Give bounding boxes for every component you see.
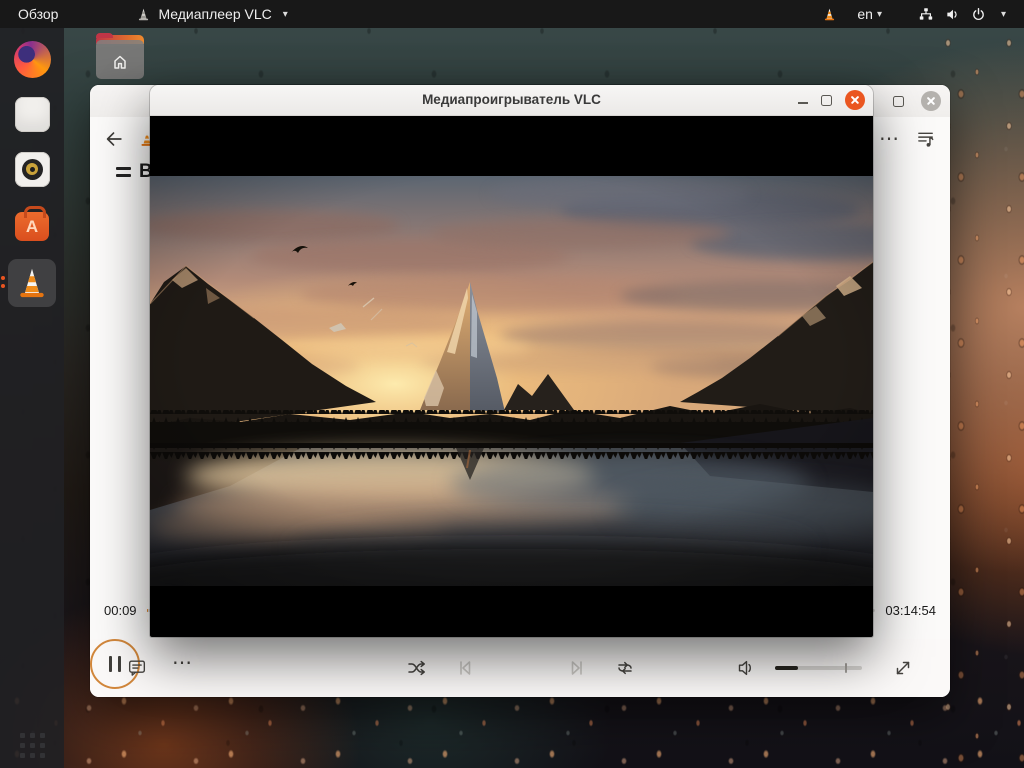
elapsed-time: 00:09 <box>104 603 137 618</box>
vlc-cone-icon <box>14 265 50 301</box>
top-bar: Обзор Медиаплеер VLC ▾ <box>0 0 1024 28</box>
subtitles-icon <box>126 657 148 679</box>
shuffle-button[interactable] <box>405 656 429 680</box>
folder-body <box>96 40 144 79</box>
library-maximize-button[interactable] <box>893 96 904 107</box>
vlc-cone-icon <box>136 7 151 22</box>
player-titlebar[interactable]: Медиапроигрыватель VLC <box>150 85 873 116</box>
video-frame-mountain-lake <box>150 176 873 586</box>
home-folder-icon[interactable] <box>96 33 144 79</box>
wired-network-icon <box>918 7 934 22</box>
playlist-icon[interactable] <box>916 129 937 150</box>
raindrops-bottom <box>0 688 1024 768</box>
player-close-button[interactable] <box>845 90 865 110</box>
fullscreen-icon <box>891 656 915 680</box>
keyboard-layout-label: en <box>857 6 873 22</box>
keyboard-layout-button[interactable]: en ▾ <box>847 0 892 28</box>
library-more-button[interactable]: ⋯ <box>879 129 900 149</box>
repeat-icon <box>613 656 637 680</box>
video-area[interactable] <box>150 116 873 637</box>
player-controls-bar: ⋯ <box>90 639 950 697</box>
total-time: 03:14:54 <box>885 603 936 618</box>
controls-more-glyph: ⋯ <box>172 653 193 673</box>
next-icon <box>565 656 589 680</box>
dock-item-vlc[interactable] <box>8 259 56 307</box>
dock-item-ubuntu-software[interactable]: A <box>8 204 56 244</box>
previous-icon <box>453 656 477 680</box>
dock: A <box>0 28 64 768</box>
app-menu-label: Медиаплеер VLC <box>158 6 271 22</box>
chevron-down-icon: ▾ <box>1001 9 1006 20</box>
activities-label: Обзор <box>18 6 58 22</box>
activities-button[interactable]: Обзор <box>0 0 76 28</box>
controls-more-button[interactable]: ⋯ <box>172 653 193 673</box>
dock-item-firefox[interactable] <box>8 39 56 79</box>
ubuntu-software-icon: A <box>15 212 49 241</box>
chevron-down-icon: ▾ <box>283 9 288 20</box>
dock-item-rhythmbox[interactable] <box>8 149 56 189</box>
running-indicator <box>1 276 5 288</box>
fullscreen-button[interactable] <box>891 656 915 680</box>
library-close-button[interactable] <box>921 91 941 111</box>
repeat-button[interactable] <box>613 656 637 680</box>
chevron-down-icon: ▾ <box>877 9 882 20</box>
seek-fill <box>147 609 148 612</box>
back-arrow-icon[interactable] <box>103 128 125 150</box>
dock-item-files[interactable] <box>8 94 56 134</box>
volume-slider[interactable] <box>775 666 862 670</box>
player-maximize-button[interactable] <box>821 95 832 106</box>
files-icon <box>15 97 50 132</box>
home-glyph-icon <box>108 48 132 72</box>
vlc-player-window: Медиапроигрыватель VLC <box>150 85 873 637</box>
volume-icon <box>945 7 960 22</box>
firefox-icon <box>14 41 51 78</box>
app-menu-button[interactable]: Медиаплеер VLC ▾ <box>124 0 299 28</box>
previous-button[interactable] <box>453 656 477 680</box>
next-button[interactable] <box>565 656 589 680</box>
shuffle-icon <box>405 656 429 680</box>
system-status-menu[interactable]: ▾ <box>910 0 1014 28</box>
vlc-tray-button[interactable] <box>812 0 847 28</box>
rhythmbox-icon <box>15 152 50 187</box>
volume-button[interactable] <box>735 656 759 680</box>
hamburger-icon <box>116 167 131 177</box>
player-minimize-button[interactable] <box>798 102 808 104</box>
volume-tick <box>845 663 847 673</box>
subtitles-button[interactable] <box>126 657 148 679</box>
power-icon <box>971 7 986 22</box>
volume-fill <box>775 666 798 670</box>
speaker-icon <box>735 656 759 680</box>
player-window-title: Медиапроигрыватель VLC <box>150 85 873 115</box>
screen: ⋯ Видео 00:09 03:14:54 <box>0 0 1024 768</box>
vlc-cone-icon <box>822 7 837 22</box>
